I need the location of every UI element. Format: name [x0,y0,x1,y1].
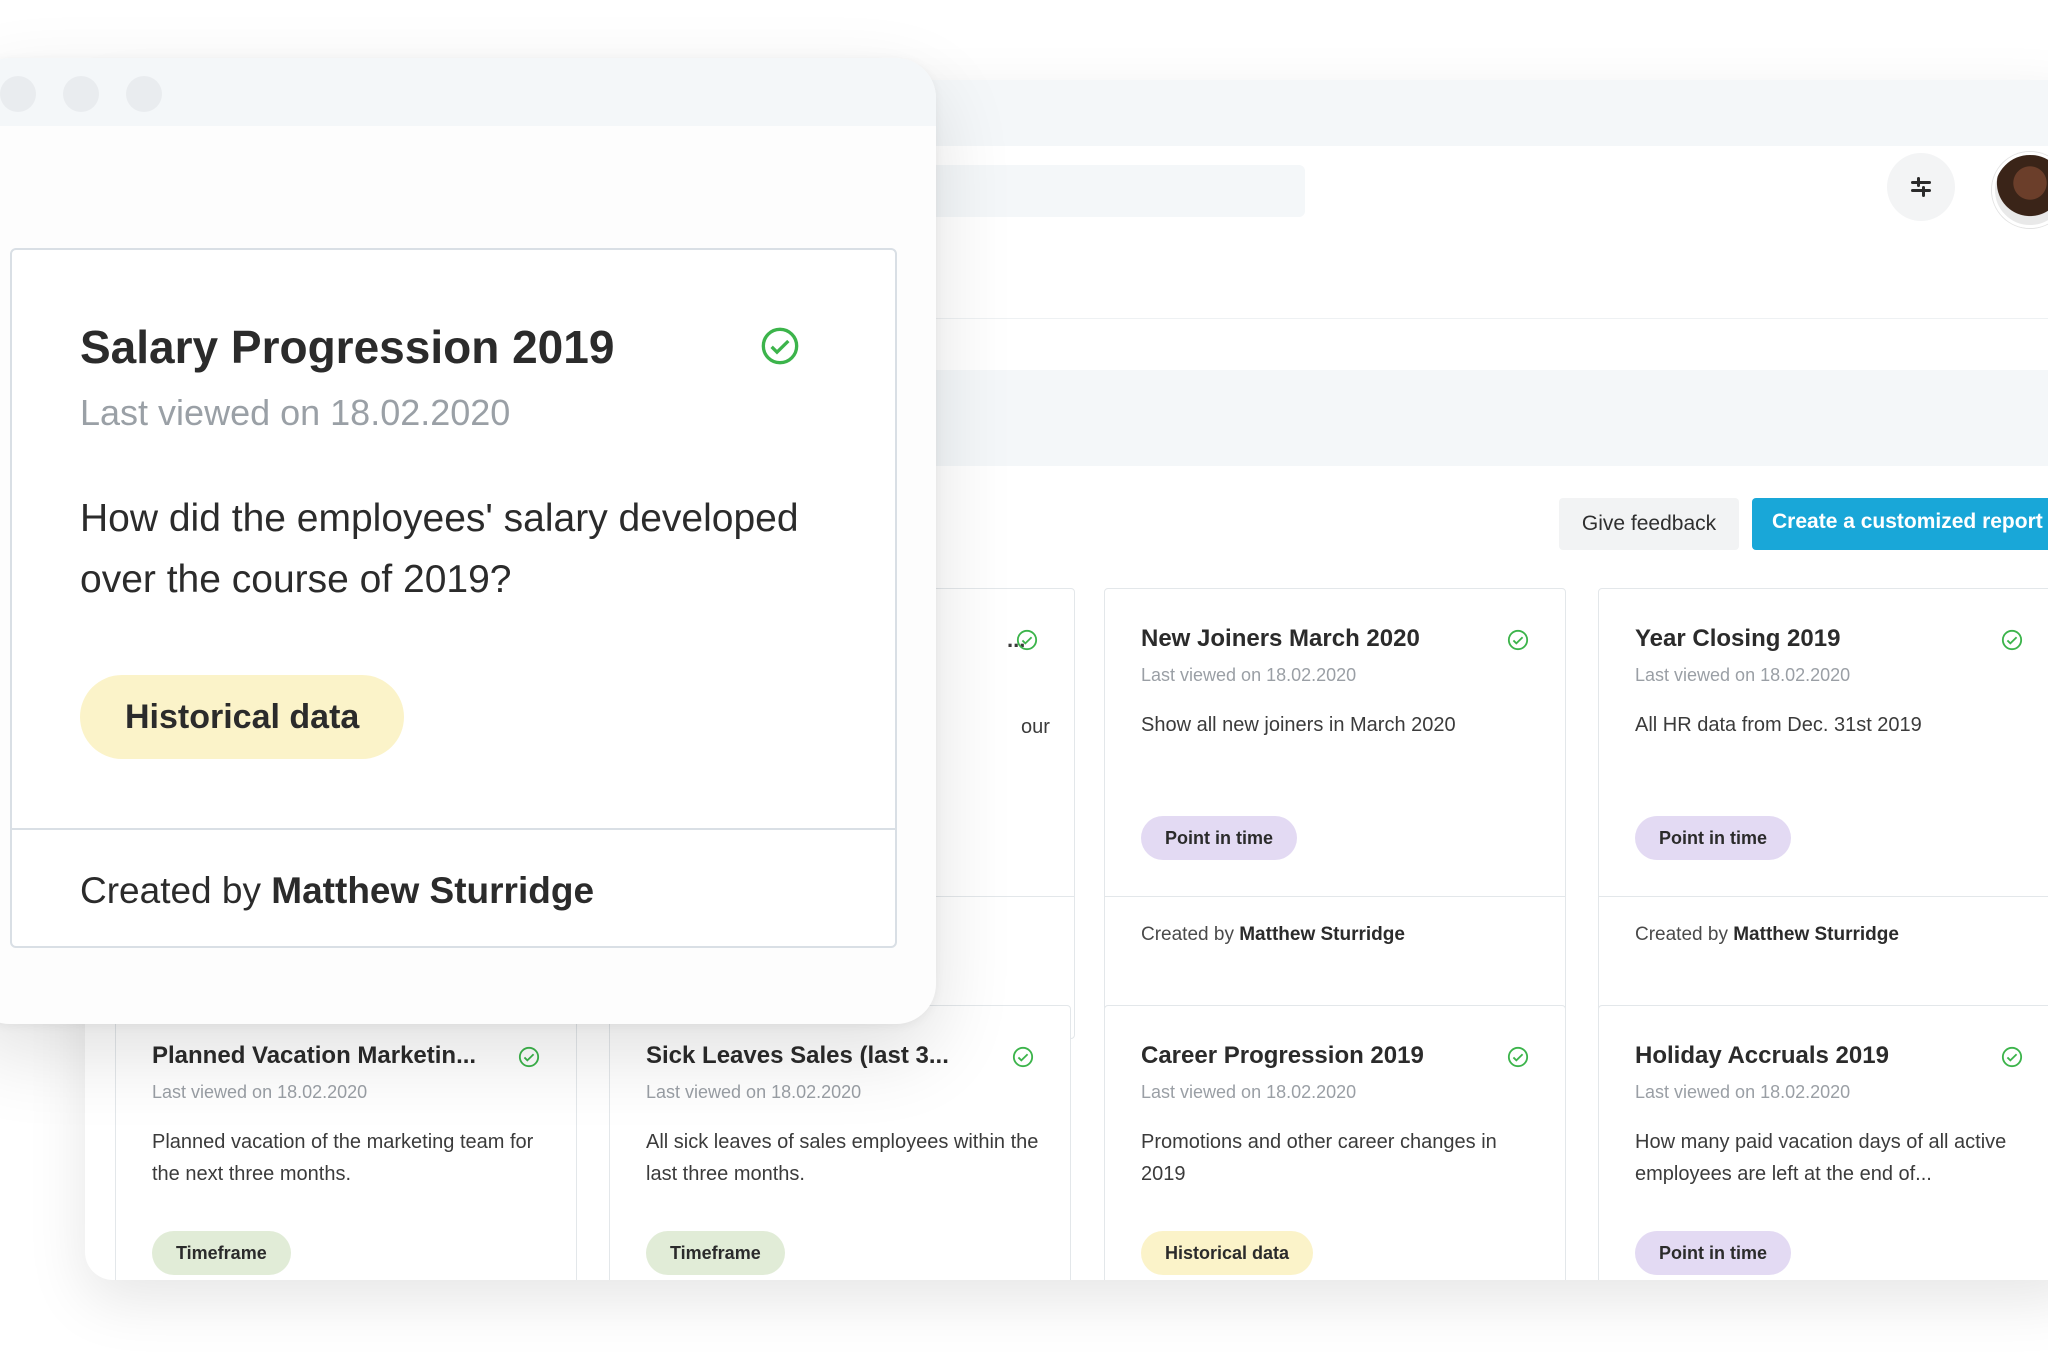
card-tag: Point in time [1141,816,1297,860]
card-last-viewed: Last viewed on 18.02.2020 [152,1082,368,1102]
card-footer: Created by Matthew Sturridge [1635,924,1899,946]
card-title: Holiday Accruals 2019 [1635,1042,1889,1069]
report-card[interactable]: New Joiners March 2020 Last viewed on 18… [1104,588,1566,1039]
sliders-icon [1911,177,1931,197]
give-feedback-button[interactable]: Give feedback [1559,498,1739,550]
card-description: How did the employees' salary developed … [80,497,799,601]
card-description: All sick leaves of sales employees withi… [646,1131,1039,1185]
created-by-label: Created by [1635,924,1734,945]
card-title: New Joiners March 2020 [1141,625,1420,652]
card-description: Planned vacation of the marketing team f… [152,1131,534,1185]
card-title: Planned Vacation Marketin... [152,1042,477,1069]
card-footer: Created by Matthew Sturridge [80,870,594,912]
check-circle-icon [518,1046,540,1068]
card-divider [1599,896,2048,897]
report-card[interactable]: Planned Vacation Marketin... Last viewed… [115,1005,577,1280]
check-circle-icon [1016,629,1038,651]
check-circle-icon [2001,629,2023,651]
card-description: Show all new joiners in March 2020 [1141,714,1456,736]
card-divider [12,828,895,830]
card-title: Sick Leaves Sales (last 3... [646,1042,949,1069]
card-last-viewed: Last viewed on 18.02.2020 [1141,665,1357,685]
window-titlebar [0,58,936,126]
card-tag: Historical data [80,675,405,759]
check-circle-icon [761,327,799,365]
card-footer: Created by Matthew Sturridge [1141,924,1405,946]
card-last-viewed: Last viewed on 18.02.2020 [1141,1082,1357,1102]
author-name: Matthew Sturridge [1239,924,1405,945]
check-circle-icon [1507,1046,1529,1068]
created-by-label: Created by [80,870,272,911]
filter-button[interactable] [1887,153,1955,221]
card-last-viewed: Last viewed on 18.02.2020 [1635,1082,1851,1102]
report-card[interactable]: Sick Leaves Sales (last 3... Last viewed… [609,1005,1071,1280]
card-tag: Historical data [1141,1231,1314,1275]
card-tag: Timeframe [646,1231,785,1275]
card-title: Year Closing 2019 [1635,625,1841,652]
card-tag: Point in time [1635,1231,1791,1275]
check-circle-icon [1012,1046,1034,1068]
card-last-viewed: Last viewed on 18.02.2020 [646,1082,862,1102]
check-circle-icon [1507,629,1529,651]
card-title: Career Progression 2019 [1141,1042,1424,1069]
card-last-viewed: Last viewed on 18.02.2020 [1635,665,1851,685]
report-card[interactable]: Career Progression 2019 Last viewed on 1… [1104,1005,1566,1280]
author-name: Matthew Sturridge [271,870,595,911]
featured-report-card[interactable]: Salary Progression 2019 Last viewed on 1… [10,248,897,948]
card-description: How many paid vacation days of all activ… [1635,1131,2007,1185]
window-maximize-dot[interactable] [126,76,162,112]
window-minimize-dot[interactable] [63,76,99,112]
check-circle-icon [2001,1046,2023,1068]
zoomed-window: Salary Progression 2019 Last viewed on 1… [0,58,936,1024]
card-desc-fragment: our [1021,716,1050,738]
report-card[interactable]: Year Closing 2019 Last viewed on 18.02.2… [1598,588,2048,1039]
card-description: Promotions and other career changes in 2… [1141,1131,1497,1185]
created-by-label: Created by [1141,924,1240,945]
report-card[interactable]: Holiday Accruals 2019 Last viewed on 18.… [1598,1005,2048,1280]
card-divider [1105,896,1565,897]
window-close-dot[interactable] [0,76,36,112]
create-report-button[interactable]: Create a customized report [1752,498,2048,550]
card-tag: Timeframe [152,1231,291,1275]
card-last-viewed: Last viewed on 18.02.2020 [80,392,511,433]
author-name: Matthew Sturridge [1733,924,1899,945]
card-title: Salary Progression 2019 [80,321,615,373]
card-tag: Point in time [1635,816,1791,860]
card-description: All HR data from Dec. 31st 2019 [1635,714,1922,736]
